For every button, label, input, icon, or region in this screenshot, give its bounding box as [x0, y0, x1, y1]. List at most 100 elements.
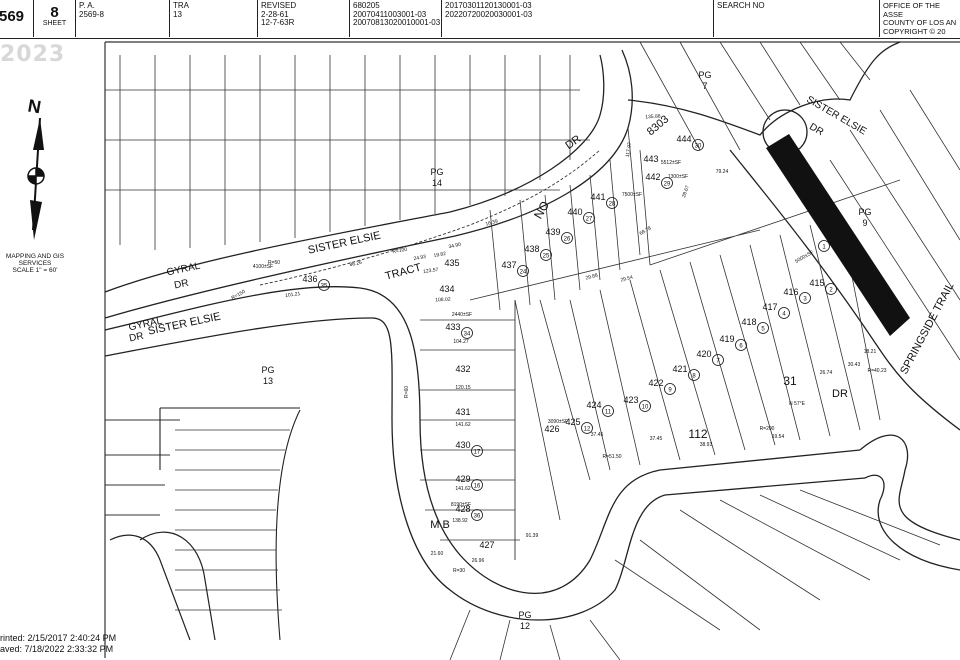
dimension-label: 7500±SF	[622, 192, 642, 198]
lot-number: 433	[445, 322, 460, 332]
lot-line	[449, 609, 621, 660]
dimension-label: N 57°E	[789, 401, 806, 407]
parcel-number: 36	[474, 513, 481, 519]
dimension-label: R=100	[392, 247, 408, 256]
lot-number: 420	[696, 349, 711, 359]
street-label: 112	[688, 427, 707, 441]
dimension-label: 24.93	[413, 254, 427, 262]
parcel-number: 9	[668, 387, 672, 393]
dimension-label: 30.43	[848, 362, 861, 368]
dimension-label: 117.97	[625, 142, 634, 158]
street-label: DR	[173, 278, 189, 292]
lot-number: 438	[524, 244, 539, 254]
lot-number: 435	[444, 258, 459, 268]
lot-number: 430	[455, 440, 470, 450]
lot-line	[119, 55, 571, 250]
dimension-label: 26.74	[820, 370, 833, 376]
parcel-number: 6	[739, 343, 743, 349]
dimension-label: 2440±SF	[452, 312, 472, 318]
street-label: DR	[563, 133, 583, 152]
saved-timestamp: aved: 7/18/2022 2:33:32 PM	[0, 644, 114, 654]
printed-timestamp: rinted: 2/15/2017 2:40:24 PM	[0, 633, 117, 643]
dimension-label: R=40.23	[867, 368, 886, 374]
street-label: DR	[807, 121, 825, 138]
lot-line	[105, 89, 590, 191]
street-label: DR	[128, 331, 144, 345]
lot-number: 440	[567, 207, 582, 217]
highlighted-strip	[766, 134, 910, 336]
parcel-number: 26	[564, 236, 571, 242]
lot-number: 416	[783, 287, 798, 297]
page-ref-label: PG	[430, 167, 443, 177]
street-label: TRACT	[384, 261, 423, 282]
dimension-label: 123.57	[423, 267, 439, 275]
dimension-label: 108.02	[435, 297, 451, 304]
lot-line	[105, 419, 180, 516]
parcel-number: 10	[642, 404, 649, 410]
street-label: 31	[783, 374, 797, 388]
dimension-labels: 135.88117.9734.9016.39123.57108.02104.27…	[231, 114, 887, 574]
dimension-label: 34.90	[448, 242, 462, 251]
dimension-label: 19.54	[772, 434, 785, 440]
dimension-label: 5000±SF	[794, 249, 815, 264]
lot-number: 418	[741, 317, 756, 327]
parcel-number: 8	[692, 373, 696, 379]
lot-number: 422	[648, 378, 663, 388]
parcel-number: 35	[321, 283, 328, 289]
parcel-number: 30	[695, 143, 702, 149]
dimension-label: 8190±SF	[451, 502, 471, 508]
dimension-label: 91.39	[526, 533, 539, 539]
dimension-label: 86.26	[349, 260, 363, 269]
dimension-label: R=150	[231, 289, 247, 302]
dimension-label: 5512±SF	[661, 160, 681, 166]
dimension-label: R=200	[760, 426, 775, 432]
street-labels: SISTER ELSIESISTER ELSIEDRGYRALDRGYRALDR…	[128, 94, 957, 531]
parcel-number: 27	[586, 216, 593, 222]
page-ref-number: 9	[862, 218, 867, 228]
dimension-label: 18.21	[864, 349, 877, 355]
street-label: NO	[531, 199, 552, 222]
parcel-number: 4	[782, 311, 786, 317]
page-ref-number: 14	[432, 178, 442, 188]
dimension-label: 37.45	[591, 432, 604, 438]
parcel-number: 24	[520, 269, 527, 275]
lot-number: 423	[623, 395, 638, 405]
map-frame	[104, 41, 960, 658]
lot-number: 439	[545, 227, 560, 237]
lot-number: 417	[762, 302, 777, 312]
parcel-number: 25	[543, 253, 550, 259]
dimension-label: 120.15	[455, 385, 471, 391]
lot-number: 421	[672, 364, 687, 374]
street-label: M B	[430, 519, 450, 531]
page-ref-number: 12	[520, 621, 530, 631]
lot-number: 437	[501, 260, 516, 270]
dimension-label: 37.45	[650, 436, 663, 442]
parcel-number: 3	[803, 296, 807, 302]
lot-line	[614, 489, 941, 631]
lot-number: 426	[544, 424, 559, 434]
parcel-number: 34	[464, 331, 471, 337]
street-label: DR	[832, 388, 848, 400]
lot-number: 444	[676, 134, 691, 144]
dimension-label: 101.21	[285, 291, 301, 299]
road-edge	[104, 54, 605, 293]
dimension-label: 141.62	[455, 486, 471, 492]
lot-line	[175, 429, 290, 611]
lot-number: 434	[439, 284, 454, 294]
page-ref-label: PG	[698, 70, 711, 80]
lot-number: 429	[455, 474, 470, 484]
parcel-number: 5	[761, 326, 765, 332]
lot-number: 427	[479, 540, 494, 550]
dimension-label: 29.54	[620, 274, 634, 283]
lot-number: 443	[643, 154, 658, 164]
parcel-number: 2	[829, 287, 833, 293]
lot-number: 436	[302, 274, 317, 284]
street-label: GYRAL	[166, 261, 202, 279]
road-edge	[859, 434, 960, 541]
parcel-number: 29	[664, 181, 671, 187]
lot-number: 432	[455, 364, 470, 374]
dimension-label: 3090±SF	[548, 419, 568, 425]
page-ref-label: PG	[858, 207, 871, 217]
dimension-label: 141.62	[455, 422, 471, 428]
dimension-label: 21.60	[431, 551, 444, 557]
